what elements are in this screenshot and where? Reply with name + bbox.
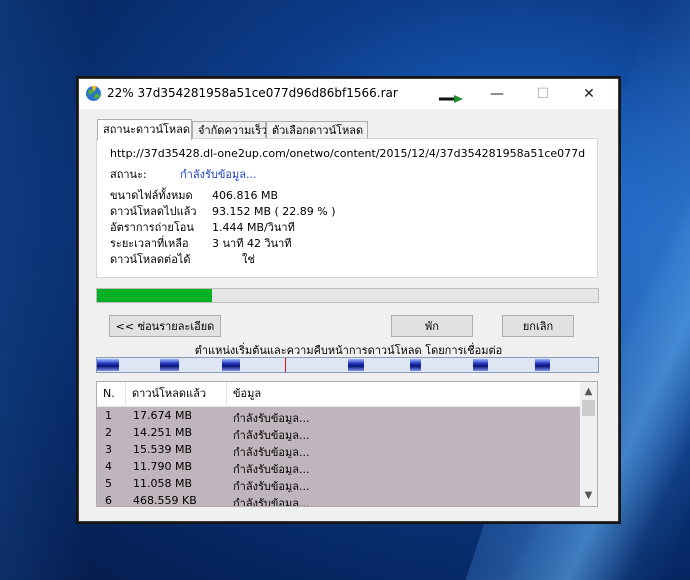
table-row[interactable]: 4 11.790 MB กำลังรับข้อมูล... xyxy=(97,458,580,476)
scroll-up-icon[interactable]: ▲ xyxy=(580,384,597,400)
cell-n: 4 xyxy=(105,460,112,473)
cell-n: 5 xyxy=(105,477,112,490)
cell-info: กำลังรับข้อมูล... xyxy=(233,497,310,507)
minimize-button[interactable]: — xyxy=(474,79,520,109)
cell-downloaded: 17.674 MB xyxy=(133,409,193,422)
table-row[interactable]: 2 14.251 MB กำลังรับข้อมูล... xyxy=(97,424,580,442)
table-row[interactable]: 6 468.559 KB กำลังรับข้อมูล... xyxy=(97,492,580,507)
cell-downloaded: 14.251 MB xyxy=(133,426,193,439)
cell-n: 1 xyxy=(105,409,112,422)
downloaded-value: 93.152 MB ( 22.89 % ) xyxy=(212,205,336,218)
tab-download-options[interactable]: ตัวเลือกดาวน์โหลด xyxy=(266,121,368,139)
status-panel: http://37d35428.dl-one2up.com/onetwo/con… xyxy=(96,138,598,278)
idm-globe-icon xyxy=(86,86,101,101)
tab-speed-limit[interactable]: จำกัดความเร็ว xyxy=(192,121,267,139)
segment-progress xyxy=(348,359,364,371)
window-title: 22% 37d354281958a51ce077d96d86bf1566.rar xyxy=(107,86,398,100)
segment-progress xyxy=(410,359,421,371)
connections-table[interactable]: N. ดาวน์โหลดแล้ว ข้อมูล 1 17.674 MB กำลังร… xyxy=(96,381,598,507)
segment-progress xyxy=(535,359,550,371)
table-header: N. ดาวน์โหลดแล้ว ข้อมูล xyxy=(97,382,580,407)
progress-fill xyxy=(97,289,212,302)
cell-downloaded: 468.559 KB xyxy=(133,494,197,507)
download-arrow-icon xyxy=(439,95,463,103)
close-button[interactable]: ✕ xyxy=(566,79,612,109)
cancel-button[interactable]: ยกเลิก xyxy=(502,315,574,337)
cell-downloaded: 15.539 MB xyxy=(133,443,193,456)
segment-start-marker xyxy=(285,358,286,372)
status-value: กำลังรับข้อมูล... xyxy=(180,168,257,181)
resume-label: ดาวน์โหลดต่อได้ xyxy=(110,253,191,266)
cell-n: 6 xyxy=(105,494,112,507)
status-label: สถานะ: xyxy=(110,168,147,181)
cell-n: 3 xyxy=(105,443,112,456)
pause-button[interactable]: พัก xyxy=(391,315,473,337)
connection-segments-bar xyxy=(96,357,599,373)
download-progress-window: 22% 37d354281958a51ce077d96d86bf1566.rar… xyxy=(78,78,619,522)
file-size-value: 406.816 MB xyxy=(212,189,279,202)
segment-progress xyxy=(97,359,119,371)
scroll-down-icon[interactable]: ▼ xyxy=(580,488,597,504)
column-header-info[interactable]: ข้อมูล xyxy=(227,382,580,406)
title-bar[interactable]: 22% 37d354281958a51ce077d96d86bf1566.rar… xyxy=(79,79,618,109)
table-row[interactable]: 3 15.539 MB กำลังรับข้อมูล... xyxy=(97,441,580,459)
cell-downloaded: 11.790 MB xyxy=(133,460,193,473)
hide-details-button[interactable]: << ซ่อนรายละเอียด xyxy=(109,315,221,337)
table-row[interactable]: 1 17.674 MB กำลังรับข้อมูล... xyxy=(97,407,580,425)
resume-value: ใช่ xyxy=(242,253,255,266)
segment-progress xyxy=(160,359,179,371)
cell-n: 2 xyxy=(105,426,112,439)
tab-download-status[interactable]: สถานะดาวน์โหลด xyxy=(97,119,192,140)
segment-progress xyxy=(222,359,240,371)
desktop: { "window": { "title": "22% 37d354281958… xyxy=(0,0,690,580)
column-header-downloaded[interactable]: ดาวน์โหลดแล้ว xyxy=(126,382,227,406)
column-header-n[interactable]: N. xyxy=(97,382,126,406)
table-row[interactable]: 5 11.058 MB กำลังรับข้อมูล... xyxy=(97,475,580,493)
scroll-thumb[interactable] xyxy=(582,400,595,416)
resume-row: ดาวน์โหลดต่อได้ ใช่ xyxy=(110,250,255,268)
download-progress-bar xyxy=(96,288,599,303)
cell-downloaded: 11.058 MB xyxy=(133,477,193,490)
segment-progress xyxy=(473,359,488,371)
download-url: http://37d35428.dl-one2up.com/onetwo/con… xyxy=(110,147,585,160)
maximize-button[interactable]: ☐ xyxy=(520,79,566,109)
vertical-scrollbar[interactable]: ▲ ▼ xyxy=(580,382,597,506)
